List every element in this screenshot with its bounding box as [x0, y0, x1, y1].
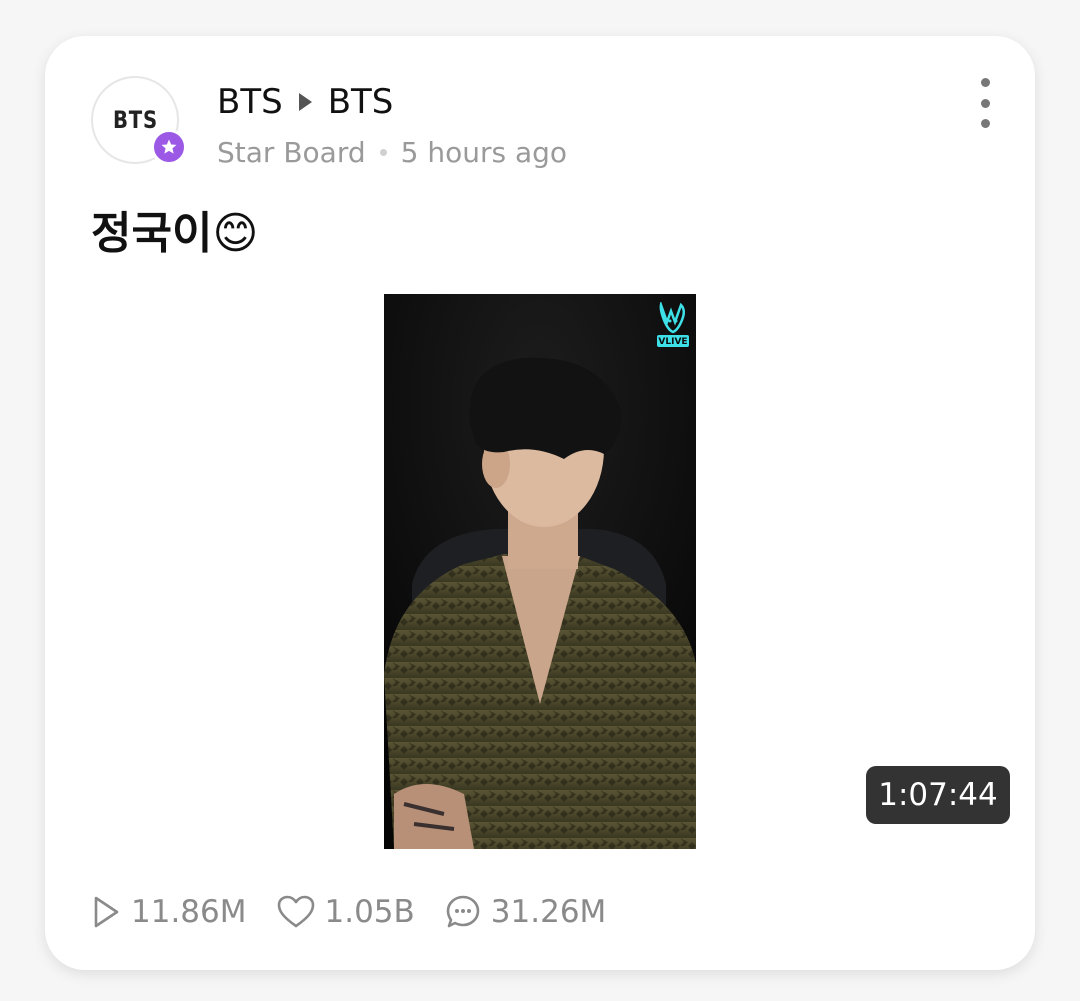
post-time: 5 hours ago: [400, 135, 568, 169]
video-frame-image: [384, 294, 696, 849]
post-stats: 11.86M 1.05B 31.26M: [91, 888, 636, 936]
video-duration: 1:07:44: [866, 766, 1010, 824]
more-vertical-icon: [980, 78, 990, 87]
plays-count: 11.86M: [131, 894, 247, 930]
likes-stat[interactable]: 1.05B: [277, 894, 415, 930]
play-icon: [94, 896, 119, 928]
likes-count: 1.05B: [324, 894, 415, 930]
star-badge-icon: [151, 129, 187, 165]
post-card: BTS BTS BTS Star Board 5 hours ago 정국이😊: [45, 36, 1035, 970]
vlive-badge-text: VLIVE: [658, 337, 687, 347]
more-options-button[interactable]: [967, 78, 1003, 128]
comments-stat[interactable]: 31.26M: [445, 894, 607, 930]
triangle-right-icon: [298, 93, 312, 111]
board-name[interactable]: Star Board: [217, 136, 366, 169]
post-header-title: BTS BTS: [217, 80, 393, 124]
plays-stat: 11.86M: [91, 894, 247, 930]
separator-dot: [379, 148, 387, 156]
channel-from[interactable]: BTS: [217, 82, 283, 122]
post-text: 정국이😊: [91, 208, 259, 259]
avatar-logo: BTS: [112, 106, 158, 134]
video-thumbnail[interactable]: VLIVE: [384, 294, 696, 849]
channel-to[interactable]: BTS: [328, 82, 394, 122]
comments-count: 31.26M: [490, 894, 607, 930]
heart-icon[interactable]: [277, 895, 315, 929]
vlive-logo-icon: VLIVE: [656, 300, 690, 348]
comment-icon[interactable]: [445, 894, 481, 930]
post-meta: Star Board 5 hours ago: [217, 134, 567, 170]
